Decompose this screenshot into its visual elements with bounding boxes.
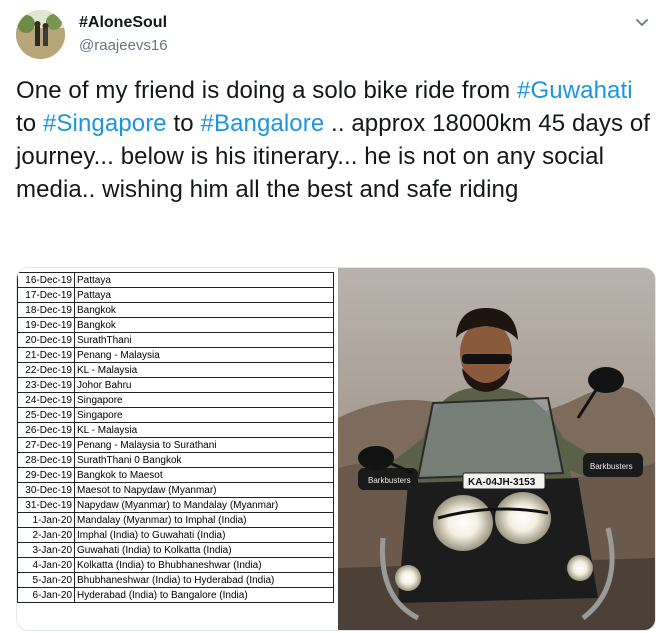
- itinerary-date: 3-Jan-20: [17, 542, 75, 558]
- table-row: 30-Dec-19 Maesot to Napydaw (Myanmar): [17, 482, 334, 498]
- itinerary-date: 22-Dec-19: [17, 362, 75, 378]
- table-row: 29-Dec-19 Bangkok to Maesot: [17, 467, 334, 483]
- itinerary-place: Bangkok to Maesot: [74, 467, 334, 483]
- itinerary-place: Singapore: [74, 392, 334, 408]
- table-row: 5-Jan-20 Bhubhaneshwar (India) to Hyderab…: [17, 572, 334, 588]
- itinerary-place: Guwahati (India) to Kolkatta (India): [74, 542, 334, 558]
- chevron-down-icon[interactable]: [634, 14, 650, 30]
- itinerary-place: Hyderabad (India) to Bangalore (India): [74, 587, 334, 603]
- tweet-text-part: to: [166, 110, 201, 137]
- itinerary-image[interactable]: 16-Dec-19 Pattaya 17-Dec-19 Pattaya 18-Dec-1…: [17, 268, 335, 630]
- itinerary-date: 23-Dec-19: [17, 377, 75, 393]
- itinerary-place: Penang - Malaysia: [74, 347, 334, 363]
- itinerary-date: 30-Dec-19: [17, 482, 75, 498]
- tweet-text-part: One of my friend is doing a solo bike ri…: [16, 77, 518, 104]
- table-row: 2-Jan-20 Imphal (India) to Guwahati (Indi…: [17, 527, 334, 543]
- tweet-header: #AloneSoul @raajeevs16: [16, 10, 656, 62]
- avatar[interactable]: [16, 10, 65, 59]
- itinerary-place: Mandalay (Myanmar) to Imphal (India): [74, 512, 334, 528]
- itinerary-date: 6-Jan-20: [17, 587, 75, 603]
- guard-brand-left: Barkbusters: [368, 476, 411, 485]
- itinerary-date: 25-Dec-19: [17, 407, 75, 423]
- license-plate: KA-04JH-3153: [468, 477, 536, 488]
- itinerary-place: Napydaw (Myanmar) to Mandalay (Myanmar): [74, 497, 334, 513]
- hashtag-link[interactable]: #Guwahati: [517, 77, 633, 104]
- itinerary-table: 16-Dec-19 Pattaya 17-Dec-19 Pattaya 18-Dec-1…: [17, 272, 334, 603]
- table-row: 24-Dec-19 Singapore: [17, 392, 334, 408]
- itinerary-place: Penang - Malaysia to Surathani: [74, 437, 334, 453]
- table-row: 1-Jan-20 Mandalay (Myanmar) to Imphal (In…: [17, 512, 334, 528]
- table-row: 28-Dec-19 SurathThani 0 Bangkok: [17, 452, 334, 468]
- rider-photo-image: Barkbusters Barkbusters KA-04JH-3153: [338, 268, 655, 630]
- rider-photo[interactable]: Barkbusters Barkbusters KA-04JH-3153: [338, 268, 655, 630]
- itinerary-date: 1-Jan-20: [17, 512, 75, 528]
- table-row: 6-Jan-20 Hyderabad (India) to Bangalore (…: [17, 587, 334, 603]
- itinerary-place: Johor Bahru: [74, 377, 334, 393]
- itinerary-place: Bangkok: [74, 302, 334, 318]
- itinerary-date: 20-Dec-19: [17, 332, 75, 348]
- itinerary-place: Bangkok: [74, 317, 334, 333]
- itinerary-place: KL - Malaysia: [74, 422, 334, 438]
- avatar-image: [16, 10, 65, 59]
- itinerary-place: Kolkatta (India) to Bhubhaneshwar (India…: [74, 557, 334, 573]
- itinerary-date: 31-Dec-19: [17, 497, 75, 513]
- tweet-text-part: to: [16, 110, 43, 137]
- itinerary-date: 16-Dec-19: [17, 272, 75, 288]
- itinerary-date: 18-Dec-19: [17, 302, 75, 318]
- media-grid: 16-Dec-19 Pattaya 17-Dec-19 Pattaya 18-Dec-1…: [16, 267, 656, 631]
- table-row: 21-Dec-19 Penang - Malaysia: [17, 347, 334, 363]
- itinerary-date: 4-Jan-20: [17, 557, 75, 573]
- itinerary-place: Singapore: [74, 407, 334, 423]
- table-row: 17-Dec-19 Pattaya: [17, 287, 334, 303]
- itinerary-place: Pattaya: [74, 287, 334, 303]
- tweet-text: One of my friend is doing a solo bike ri…: [16, 74, 656, 206]
- table-row: 31-Dec-19 Napydaw (Myanmar) to Mandalay (…: [17, 497, 334, 513]
- itinerary-place: KL - Malaysia: [74, 362, 334, 378]
- table-row: 4-Jan-20 Kolkatta (India) to Bhubhaneshwa…: [17, 557, 334, 573]
- table-row: 19-Dec-19 Bangkok: [17, 317, 334, 333]
- table-row: 22-Dec-19 KL - Malaysia: [17, 362, 334, 378]
- itinerary-place: SurathThani: [74, 332, 334, 348]
- itinerary-date: 5-Jan-20: [17, 572, 75, 588]
- itinerary-date: 2-Jan-20: [17, 527, 75, 543]
- table-row: 3-Jan-20 Guwahati (India) to Kolkatta (In…: [17, 542, 334, 558]
- itinerary-date: 21-Dec-19: [17, 347, 75, 363]
- table-row: 26-Dec-19 KL - Malaysia: [17, 422, 334, 438]
- itinerary-place: Maesot to Napydaw (Myanmar): [74, 482, 334, 498]
- display-name[interactable]: #AloneSoul: [79, 14, 167, 32]
- itinerary-date: 17-Dec-19: [17, 287, 75, 303]
- itinerary-place: SurathThani 0 Bangkok: [74, 452, 334, 468]
- table-row: 23-Dec-19 Johor Bahru: [17, 377, 334, 393]
- guard-brand-right: Barkbusters: [590, 462, 633, 471]
- table-row: 16-Dec-19 Pattaya: [17, 272, 334, 288]
- itinerary-place: Bhubhaneshwar (India) to Hyderabad (Indi…: [74, 572, 334, 588]
- table-row: 20-Dec-19 SurathThani: [17, 332, 334, 348]
- itinerary-place: Pattaya: [74, 272, 334, 288]
- itinerary-date: 29-Dec-19: [17, 467, 75, 483]
- itinerary-date: 26-Dec-19: [17, 422, 75, 438]
- hashtag-link[interactable]: #Singapore: [43, 110, 167, 137]
- user-handle[interactable]: @raajeevs16: [79, 37, 168, 54]
- itinerary-place: Imphal (India) to Guwahati (India): [74, 527, 334, 543]
- table-row: 27-Dec-19 Penang - Malaysia to Surathani: [17, 437, 334, 453]
- itinerary-date: 24-Dec-19: [17, 392, 75, 408]
- hashtag-link[interactable]: #Bangalore: [201, 110, 325, 137]
- itinerary-date: 27-Dec-19: [17, 437, 75, 453]
- table-row: 18-Dec-19 Bangkok: [17, 302, 334, 318]
- itinerary-date: 28-Dec-19: [17, 452, 75, 468]
- table-row: 25-Dec-19 Singapore: [17, 407, 334, 423]
- itinerary-date: 19-Dec-19: [17, 317, 75, 333]
